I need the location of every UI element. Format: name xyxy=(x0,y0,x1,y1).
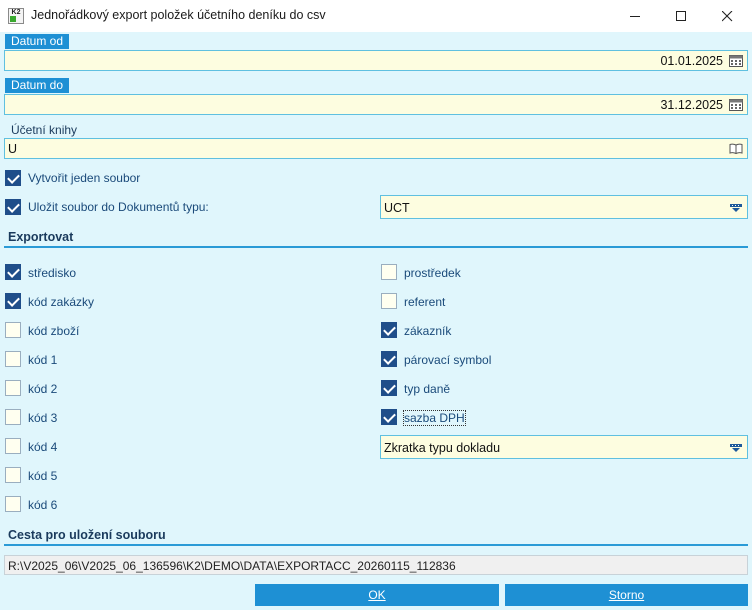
books-value: U xyxy=(8,142,18,156)
export-left-label: kód 5 xyxy=(28,469,58,483)
date-from-value: 01.01.2025 xyxy=(660,54,723,68)
export-left-label: kód 3 xyxy=(28,411,58,425)
book-icon[interactable] xyxy=(729,142,743,155)
export-strediско-checkbox[interactable] xyxy=(5,264,21,280)
doc-type-select[interactable]: UCT xyxy=(380,195,748,219)
export-right-label: zákazník xyxy=(404,324,452,338)
books-label: Účetní knihy xyxy=(11,123,78,137)
date-from-label: Datum od xyxy=(5,34,70,49)
export-right-label: prostředek xyxy=(404,266,461,280)
export-left-label: kód zakázky xyxy=(28,295,95,309)
export-kod5-checkbox[interactable] xyxy=(5,467,21,483)
books-field[interactable]: U xyxy=(4,138,748,159)
export-kod2-checkbox[interactable] xyxy=(5,380,21,396)
dropdown-icon[interactable] xyxy=(729,441,743,454)
export-left-label: středisko xyxy=(28,266,77,280)
export-referent-checkbox[interactable] xyxy=(381,293,397,309)
save-docs-checkbox[interactable] xyxy=(5,199,21,215)
export-heading: Exportovat xyxy=(8,230,74,244)
export-kod1-checkbox[interactable] xyxy=(5,351,21,367)
export-kod6-checkbox[interactable] xyxy=(5,496,21,512)
doc-type-value: UCT xyxy=(384,201,410,215)
cancel-button[interactable]: Storno xyxy=(505,584,748,606)
export-zakazka-checkbox[interactable] xyxy=(5,293,21,309)
doc-abbrev-value: Zkratka typu dokladu xyxy=(384,441,501,455)
date-to-value: 31.12.2025 xyxy=(660,98,723,112)
export-zakaznik-checkbox[interactable] xyxy=(381,322,397,338)
export-sazba-dph-checkbox[interactable] xyxy=(381,409,397,425)
export-right-label: referent xyxy=(404,295,446,309)
export-zbozi-checkbox[interactable] xyxy=(5,322,21,338)
calendar-icon[interactable] xyxy=(729,98,743,111)
export-left-label: kód zboží xyxy=(28,324,80,338)
export-right-label: typ daně xyxy=(404,382,451,396)
window-title: Jednořádkový export položek účetního den… xyxy=(31,8,326,22)
export-typ-dane-checkbox[interactable] xyxy=(381,380,397,396)
single-file-checkbox[interactable] xyxy=(5,170,21,186)
export-kod3-checkbox[interactable] xyxy=(5,409,21,425)
close-icon xyxy=(721,10,732,21)
maximize-icon xyxy=(675,10,686,21)
date-from-field[interactable]: 01.01.2025 xyxy=(4,50,748,71)
export-right-label: párovací symbol xyxy=(404,353,492,367)
calendar-icon[interactable] xyxy=(729,54,743,67)
path-field[interactable]: R:\V2025_06\V2025_06_136596\K2\DEMO\DATA… xyxy=(4,555,748,575)
export-left-label: kód 2 xyxy=(28,382,58,396)
single-file-label: Vytvořit jeden soubor xyxy=(28,171,141,185)
export-divider xyxy=(4,246,748,248)
export-prostredek-checkbox[interactable] xyxy=(381,264,397,280)
date-to-field[interactable]: 31.12.2025 xyxy=(4,94,748,115)
maximize-button[interactable] xyxy=(658,0,704,32)
export-left-label: kód 1 xyxy=(28,353,58,367)
date-to-label: Datum do xyxy=(5,78,70,93)
app-icon: K2 xyxy=(8,8,24,24)
minimize-icon xyxy=(629,15,640,17)
close-button[interactable] xyxy=(704,0,750,32)
save-docs-label: Uložit soubor do Dokumentů typu: xyxy=(28,200,209,214)
path-divider xyxy=(4,544,748,546)
export-kod4-checkbox[interactable] xyxy=(5,438,21,454)
export-left-label: kód 4 xyxy=(28,440,58,454)
ok-button[interactable]: OK xyxy=(255,584,499,606)
export-left-label: kód 6 xyxy=(28,498,58,512)
export-parovaci-checkbox[interactable] xyxy=(381,351,397,367)
path-heading: Cesta pro uložení souboru xyxy=(8,528,166,542)
doc-abbrev-select[interactable]: Zkratka typu dokladu xyxy=(380,435,748,459)
dropdown-icon[interactable] xyxy=(729,201,743,214)
export-right-label: sazba DPH xyxy=(403,410,466,426)
minimize-button[interactable] xyxy=(612,0,658,32)
title-bar: K2 Jednořádkový export položek účetního … xyxy=(0,0,752,32)
